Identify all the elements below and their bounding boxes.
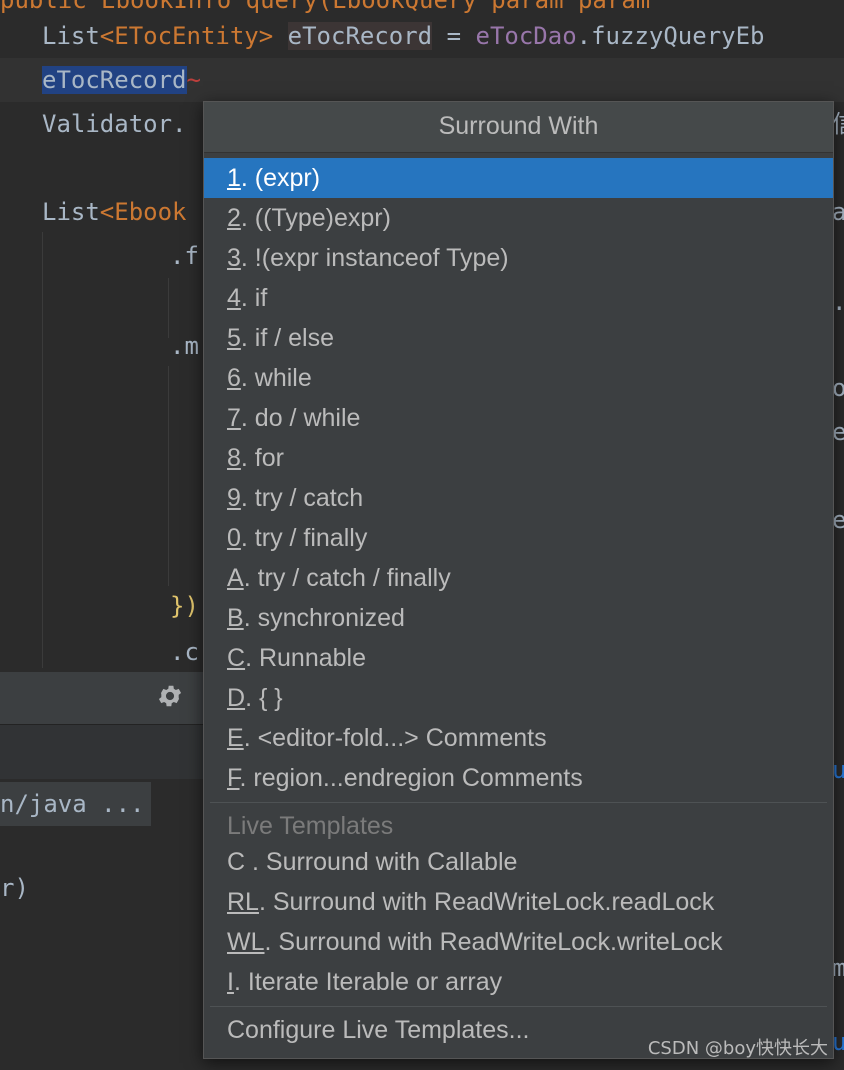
indent-guide [42,232,43,668]
gear-icon[interactable] [156,682,184,710]
path-text: n/java ... [0,782,151,826]
tool-window-header [0,672,210,724]
code-line-2: eTocRecord~ [42,66,201,94]
surround-item-runnable[interactable]: C. Runnable [204,638,833,678]
live-item-readlock[interactable]: RL. Surround with ReadWriteLock.readLock [204,882,833,922]
surround-item-region[interactable]: F. region...endregion Comments [204,758,833,798]
code-line-1: List<ETocEntity> eTocRecord = eTocDao.fu… [42,22,765,50]
surround-item-synchronized[interactable]: B. synchronized [204,598,833,638]
surround-item-if[interactable]: 4. if [204,278,833,318]
surround-item-braces[interactable]: D. { } [204,678,833,718]
surround-item-while[interactable]: 6. while [204,358,833,398]
selected-text: eTocRecord [42,66,187,94]
indent-guide [168,278,169,338]
code-line-8: .m [170,332,199,360]
live-item-callable[interactable]: C . Surround with Callable [204,842,833,882]
surround-item-do-while[interactable]: 7. do / while [204,398,833,438]
live-templates-header: Live Templates [227,812,394,840]
separator [210,1006,827,1007]
surround-item-if-else[interactable]: 5. if / else [204,318,833,358]
surround-item-for[interactable]: 8. for [204,438,833,478]
code-line-14: }) [170,592,199,620]
indent-guide [168,366,169,586]
watermark: CSDN @boy快快长大 [647,1038,828,1059]
surround-item-expr[interactable]: 1. (expr) [204,158,833,198]
surround-item-cast[interactable]: 2. ((Type)expr) [204,198,833,238]
code-line-3: Validator. [42,110,187,138]
live-item-iterate[interactable]: I. Iterate Iterable or array [204,962,833,1002]
surround-item-editor-fold[interactable]: E. <editor-fold...> Comments [204,718,833,758]
surround-item-try-catch[interactable]: 9. try / catch [204,478,833,518]
code-line-6: .f [170,242,199,270]
live-item-writelock[interactable]: WL. Surround with ReadWriteLock.writeLoc… [204,922,833,962]
code-line-5: List<Ebook [42,198,187,226]
separator [210,802,827,803]
tool-window-subbar [0,724,210,779]
surround-item-try-finally[interactable]: 0. try / finally [204,518,833,558]
surround-item-not-instanceof[interactable]: 3. !(expr instanceof Type) [204,238,833,278]
surround-with-popup: Surround With 1. (expr) 2. ((Type)expr) … [203,101,834,1059]
paren-text: r) [0,874,29,902]
surround-item-try-catch-finally[interactable]: A. try / catch / finally [204,558,833,598]
popup-title: Surround With [204,102,833,153]
